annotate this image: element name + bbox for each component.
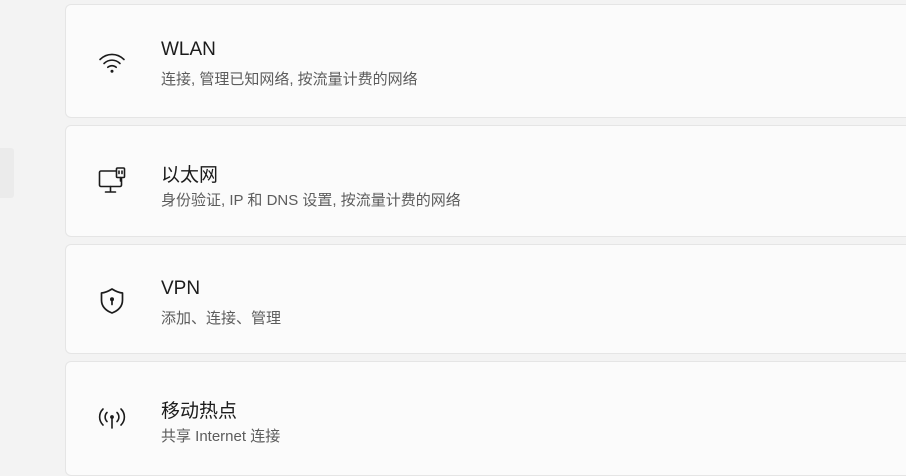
settings-item-wlan[interactable]: WLAN 连接, 管理已知网络, 按流量计费的网络 xyxy=(65,4,906,118)
wlan-subtitle: 连接, 管理已知网络, 按流量计费的网络 xyxy=(161,71,418,88)
sidebar-edge xyxy=(0,148,14,198)
vpn-title: VPN xyxy=(161,278,201,299)
hotspot-icon xyxy=(94,400,130,436)
mobile-hotspot-title: 移动热点 xyxy=(161,401,238,422)
vpn-subtitle: 添加、连接、管理 xyxy=(161,310,282,327)
settings-item-vpn[interactable]: VPN 添加、连接、管理 xyxy=(65,244,906,354)
mobile-hotspot-subtitle: 共享 Internet 连接 xyxy=(161,428,281,445)
wlan-title: WLAN xyxy=(161,39,216,60)
ethernet-subtitle: 身份验证, IP 和 DNS 设置, 按流量计费的网络 xyxy=(161,192,461,209)
settings-item-ethernet[interactable]: 以太网 身份验证, IP 和 DNS 设置, 按流量计费的网络 xyxy=(65,125,906,237)
ethernet-icon xyxy=(94,163,130,199)
settings-item-mobile-hotspot[interactable]: 移动热点 共享 Internet 连接 xyxy=(65,361,906,476)
ethernet-title: 以太网 xyxy=(161,165,219,186)
wifi-icon xyxy=(94,45,130,81)
vpn-shield-icon xyxy=(94,283,130,319)
